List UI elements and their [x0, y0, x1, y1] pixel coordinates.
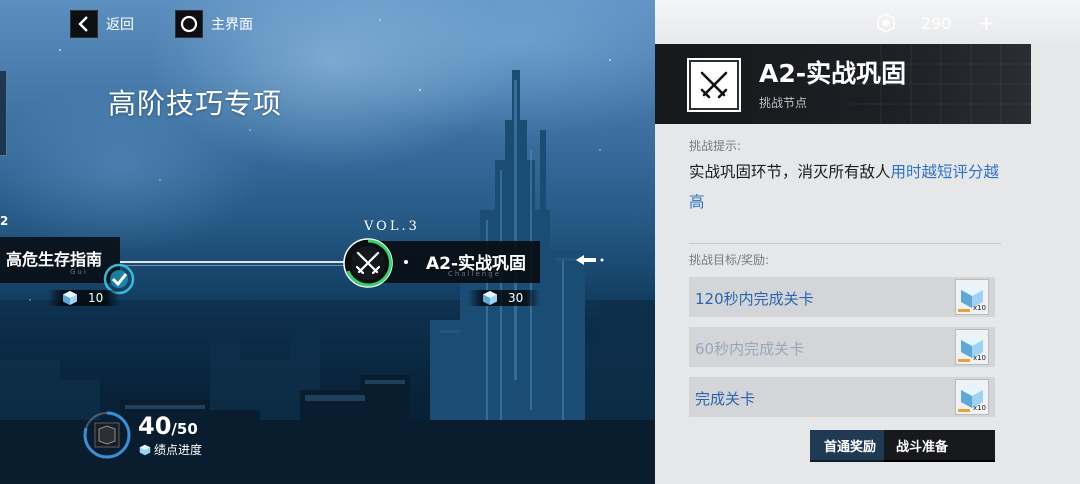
stage-node-subtitle: Challenge — [448, 270, 501, 278]
section-divider — [689, 243, 1001, 244]
reward-item[interactable]: x10 — [955, 379, 989, 415]
reward-qty: x10 — [972, 404, 986, 412]
home-label: 主界面 — [211, 17, 253, 33]
goal-row: 120秒内完成关卡 x10 — [689, 277, 995, 317]
goal-text: 120秒内完成关卡 — [695, 290, 814, 308]
stage-header: A2-实战巩固 挑战节点 — [655, 44, 1031, 124]
goals-label: 挑战目标/奖励: — [689, 253, 770, 267]
stage-node-name: 高危生存指南 — [6, 250, 103, 269]
stage-type: 挑战节点 — [759, 96, 808, 110]
first-clear-reward-button[interactable]: 首通奖励 — [810, 430, 890, 462]
reward-item[interactable]: x10 — [955, 279, 989, 315]
page-title: 高阶技巧专项 — [108, 87, 283, 120]
stage-detail-panel: 290 + A2-实战巩固 挑战节点 挑战提示: 实战巩固环节，消灭所有敌人用时… — [655, 0, 1080, 484]
reward-qty: x10 — [972, 304, 986, 312]
offscreen-node-number: 2 — [0, 214, 9, 228]
node-reward-current: 30 — [468, 290, 540, 306]
left-edge-tab[interactable] — [0, 70, 7, 156]
chevron-left-icon — [70, 10, 98, 38]
reward-qty: x10 — [972, 354, 986, 362]
stage-title: A2-实战巩固 — [759, 59, 907, 88]
node-reward-value: 30 — [508, 291, 524, 305]
route-line-shadow — [120, 265, 350, 266]
arrow-left-indicator-icon — [576, 255, 604, 265]
currency-amount: 290 — [921, 13, 952, 33]
cube-icon — [63, 291, 77, 305]
node-reward-prev: 10 — [48, 290, 120, 306]
stage-node-subtitle: Gui — [70, 268, 88, 276]
stage-node-current[interactable]: A2-实战巩固 Challenge — [380, 241, 540, 283]
hint-label: 挑战提示: — [689, 139, 742, 153]
currency-display: 290 + — [875, 11, 998, 35]
goal-row: 60秒内完成关卡 x10 — [689, 327, 995, 367]
progress-ring — [83, 411, 131, 459]
stage-map: 返回 主界面 高阶技巧专项 2 高危生存指南 Gui 10 VOL.3 A2-实… — [0, 0, 655, 484]
goal-text: 完成关卡 — [695, 390, 756, 408]
home-circle-icon — [175, 10, 203, 38]
volume-label: VOL.3 — [364, 219, 420, 234]
panel-top-bar — [655, 0, 1080, 44]
reward-item[interactable]: x10 — [955, 329, 989, 365]
cube-icon — [483, 291, 497, 305]
home-button[interactable]: 主界面 — [175, 10, 253, 38]
route-line — [120, 261, 350, 263]
cube-icon — [139, 444, 151, 455]
crossed-swords-icon — [689, 60, 739, 110]
crossed-swords-node-icon — [343, 238, 393, 288]
back-label: 返回 — [106, 17, 134, 33]
progress-label: 绩点进度 — [139, 441, 202, 458]
add-currency-button[interactable]: + — [976, 11, 998, 35]
battle-prep-button[interactable]: 战斗准备 — [884, 430, 995, 462]
hint-text: 实战巩固环节，消灭所有敌人用时越短评分越高 — [689, 163, 1000, 211]
goal-text: 60秒内完成关卡 — [695, 340, 805, 358]
selection-dot — [404, 260, 408, 264]
goal-row: 完成关卡 x10 — [689, 377, 995, 417]
back-button[interactable]: 返回 — [70, 10, 134, 38]
node-reward-value: 10 — [88, 291, 104, 305]
currency-icon — [877, 13, 895, 33]
progress-value: 40/50 — [138, 412, 198, 440]
